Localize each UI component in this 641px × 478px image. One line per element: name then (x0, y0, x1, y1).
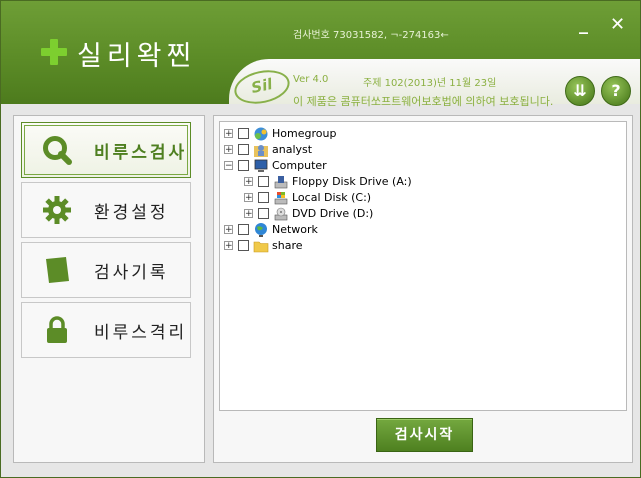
nav-item-settings[interactable]: 환경설정 (21, 182, 191, 238)
dvd-drive-icon (274, 207, 288, 221)
nav-item-label: 검사기록 (94, 263, 169, 283)
nav-item-label: 비루스격리 (94, 323, 188, 343)
tree-item-label: Network (272, 223, 318, 236)
registration-text: 주제 102(2013)년 11월 23일 (363, 78, 497, 89)
tree-checkbox[interactable] (238, 128, 249, 139)
gear-icon (43, 196, 71, 224)
scan-target-panel: + Homegroup + analyst − Computer + Flopp… (213, 115, 633, 463)
tree-item-label: analyst (272, 143, 313, 156)
tree-expander[interactable]: + (244, 177, 253, 187)
nav-item-label: 비루스검사 (94, 143, 188, 163)
header: 실리왁찐 검사번호 73031582, ¬-274163← _ ✕ Sil Ve… (1, 1, 640, 109)
network-icon (255, 223, 267, 237)
tree-expander[interactable]: + (224, 129, 233, 139)
tree-checkbox[interactable] (258, 192, 269, 203)
tree-expander[interactable]: + (244, 193, 253, 203)
user-folder-icon (254, 145, 268, 157)
tree-checkbox[interactable] (238, 240, 249, 251)
tree-checkbox[interactable] (258, 208, 269, 219)
computer-icon (254, 159, 268, 172)
search-icon (43, 136, 72, 165)
nav-item-quarantine[interactable]: 비루스격리 (21, 302, 191, 358)
update-button[interactable]: ⇊ (565, 76, 595, 106)
close-button[interactable]: ✕ (610, 15, 625, 35)
version-text: Ver 4.0 (293, 74, 329, 85)
folder-icon (253, 241, 269, 253)
tree-item-label: DVD Drive (D:) (292, 207, 374, 220)
minimize-button[interactable]: _ (579, 15, 588, 35)
tree-checkbox[interactable] (238, 144, 249, 155)
tree-item-label: Homegroup (272, 127, 337, 140)
local-disk-icon (274, 192, 288, 205)
copyright-text: 이 제품은 콤퓨터쏘프트웨어보호법에 의하여 보호됩니다. (293, 95, 554, 108)
homegroup-icon (254, 127, 268, 141)
tree-item-label: Computer (272, 159, 327, 172)
drive-tree: + Homegroup + analyst − Computer + Flopp… (219, 121, 627, 411)
tree-checkbox[interactable] (258, 176, 269, 187)
start-scan-button[interactable]: 검사시작 (376, 418, 473, 452)
help-button[interactable]: ? (601, 76, 631, 106)
tree-expander[interactable]: − (224, 161, 233, 171)
nav-item-virus-scan[interactable]: 비루스검사 (21, 122, 191, 178)
tree-expander[interactable]: + (224, 241, 233, 251)
tree-checkbox[interactable] (238, 160, 249, 171)
tree-item-label: Local Disk (C:) (292, 191, 372, 204)
tree-expander[interactable]: + (224, 145, 233, 155)
sidebar: 비루스검사 환경설정 검사기록 비루스격리 (13, 115, 205, 463)
tree-expander[interactable]: + (244, 209, 253, 219)
nav-item-label: 환경설정 (94, 203, 169, 223)
plus-logo-icon (41, 39, 67, 65)
lock-icon (47, 316, 67, 343)
tree-expander[interactable]: + (224, 225, 233, 235)
tree-checkbox[interactable] (238, 224, 249, 235)
app-window: 실리왁찐 검사번호 73031582, ¬-274163← _ ✕ Sil Ve… (0, 0, 641, 478)
app-title: 실리왁찐 (77, 41, 197, 72)
tree-item-label: share (272, 239, 303, 252)
tree-item-label: Floppy Disk Drive (A:) (292, 175, 412, 188)
floppy-drive-icon (274, 176, 288, 189)
serial-number: 검사번호 73031582, ¬-274163← (293, 30, 449, 41)
nav-item-scan-log[interactable]: 검사기록 (21, 242, 191, 298)
document-icon (46, 257, 69, 283)
